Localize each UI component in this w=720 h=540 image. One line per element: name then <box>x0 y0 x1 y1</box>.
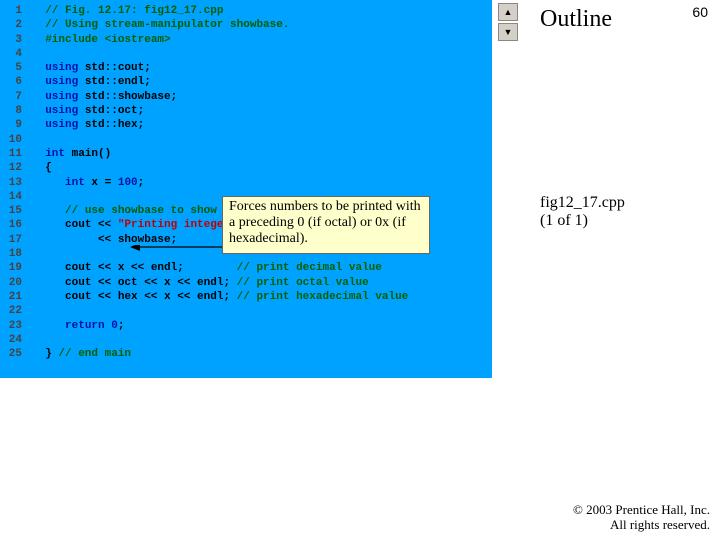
code-line: 8 using std::oct; <box>0 104 492 118</box>
code-line: 24 <box>0 333 492 347</box>
nav-down-button[interactable]: ▼ <box>498 23 518 41</box>
outline-label: Outline <box>540 6 612 33</box>
code-line: 4 <box>0 47 492 61</box>
code-line: 13 int x = 100; <box>0 176 492 190</box>
code-line: 25 } // end main <box>0 347 492 361</box>
code-listing: 1 // Fig. 12.17: fig12_17.cpp 2 // Using… <box>0 0 492 378</box>
code-line: 6 using std::endl; <box>0 75 492 89</box>
callout-arrow <box>130 245 230 265</box>
code-line: 12 { <box>0 161 492 175</box>
code-line: 11 int main() <box>0 147 492 161</box>
copyright: © 2003 Prentice Hall, Inc. All rights re… <box>573 502 710 532</box>
code-line: 20 cout << oct << x << endl; // print oc… <box>0 276 492 290</box>
nav-up-button[interactable]: ▲ <box>498 3 518 21</box>
code-line: 3 #include <iostream> <box>0 33 492 47</box>
code-line: 23 return 0; <box>0 319 492 333</box>
code-line: 2 // Using stream-manipulator showbase. <box>0 18 492 32</box>
nav-buttons: ▲ ▼ <box>498 3 518 41</box>
code-line: 21 cout << hex << x << endl; // print he… <box>0 290 492 304</box>
code-line: 9 using std::hex; <box>0 118 492 132</box>
slide-number: 60 <box>692 4 708 20</box>
figure-label: fig12_17.cpp (1 of 1) <box>540 194 625 230</box>
code-line: 5 using std::cout; <box>0 61 492 75</box>
callout-box: Forces numbers to be printed with a prec… <box>222 196 430 254</box>
code-line: 10 <box>0 133 492 147</box>
code-line: 19 cout << x << endl; // print decimal v… <box>0 261 492 275</box>
code-line: 7 using std::showbase; <box>0 90 492 104</box>
code-line: 1 // Fig. 12.17: fig12_17.cpp <box>0 4 492 18</box>
code-line: 22 <box>0 304 492 318</box>
